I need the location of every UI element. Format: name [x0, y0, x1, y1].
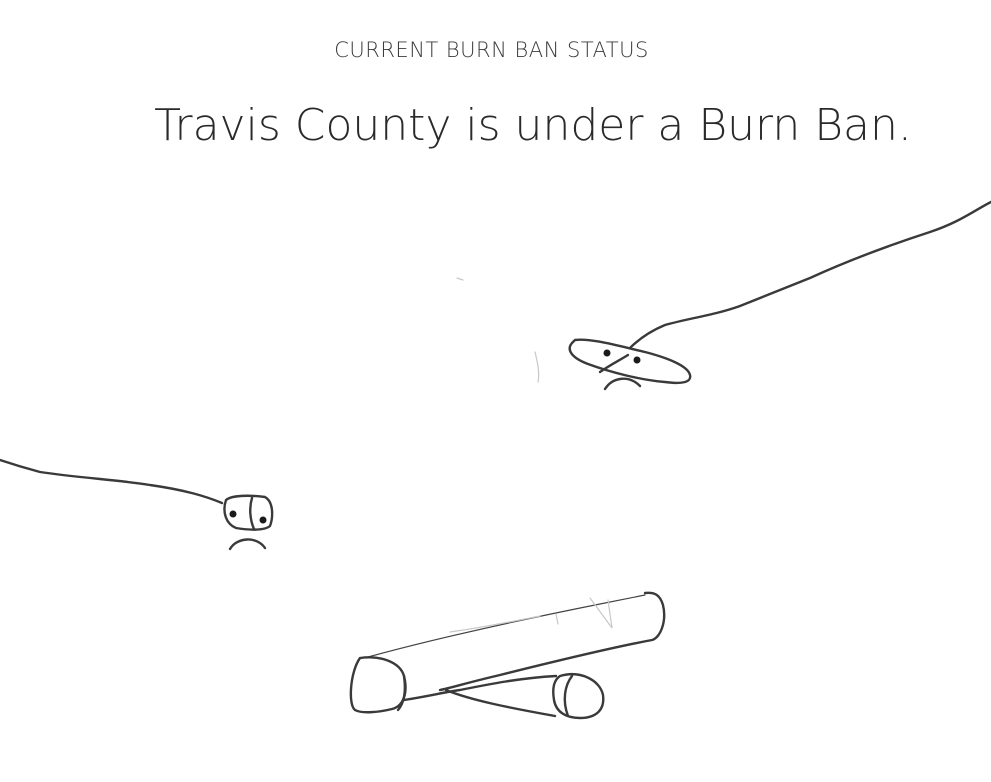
burn-ban-illustration: [0, 200, 991, 720]
sad-match-icon: [456, 200, 991, 391]
unlit-campfire-log-icon: [349, 591, 666, 720]
sad-match-icon: [0, 458, 274, 551]
